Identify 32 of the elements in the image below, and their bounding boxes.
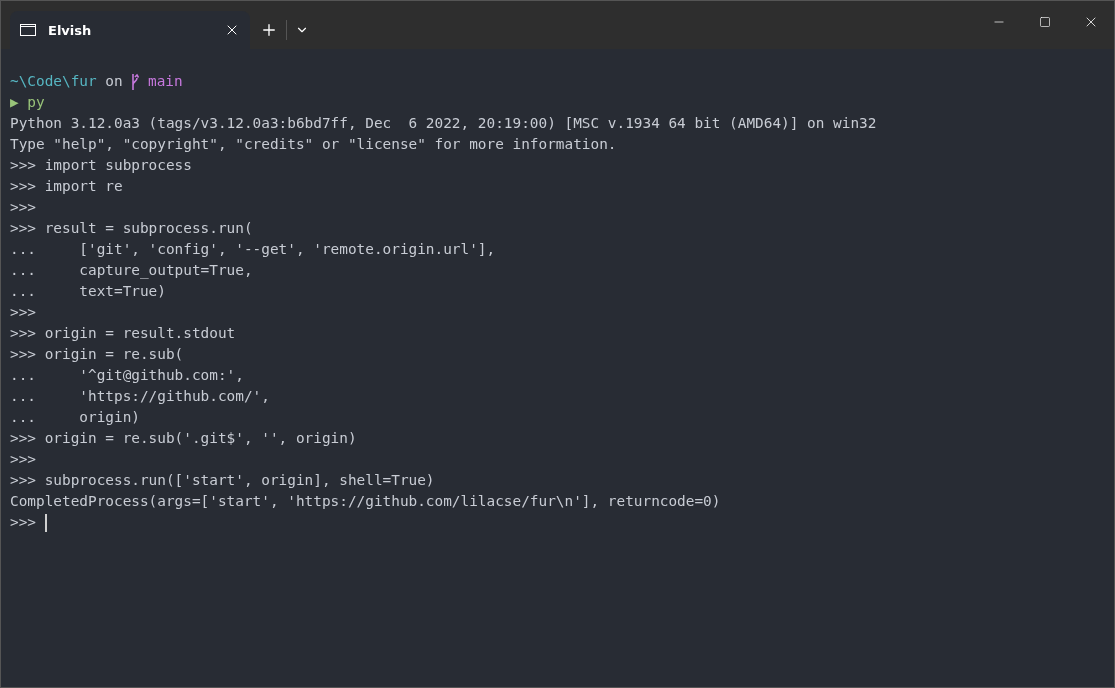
terminal-line: >>> subprocess.run(['start', origin], shell=True)	[10, 471, 435, 490]
terminal-line: >>> origin = result.stdout	[10, 324, 236, 343]
plus-icon	[260, 21, 278, 39]
terminal-line: >>> import subprocess	[10, 156, 192, 175]
terminal-line: ... 'https://github.com/',	[10, 387, 270, 406]
terminal-line: >>>	[10, 303, 36, 322]
terminal-line: >>> import re	[10, 177, 123, 196]
terminal-line: ... ['git', 'config', '--get', 'remote.origin.url'],	[10, 240, 496, 259]
prompt-text: on	[105, 72, 123, 91]
terminal-line: >>> origin = re.sub(	[10, 345, 184, 364]
terminal-line: Type "help", "copyright", "credits" or "license" for more information.	[10, 135, 617, 154]
console-icon	[20, 24, 36, 36]
prompt-path: ~\Code\fur	[10, 72, 97, 91]
terminal-tab[interactable]: Elvish	[10, 11, 250, 49]
new-tab-button[interactable]	[260, 21, 278, 39]
terminal-line: >>>	[10, 198, 36, 217]
tab-title: Elvish	[48, 22, 93, 38]
terminal-line: >>> result = subprocess.run(	[10, 219, 253, 238]
command-text: py	[27, 93, 45, 112]
terminal-line: ... text=True)	[10, 282, 166, 301]
terminal-line: ... origin)	[10, 408, 140, 427]
prompt-marker: ▶	[10, 93, 19, 112]
prompt-branch: main	[148, 72, 183, 91]
maximize-icon	[1039, 16, 1051, 28]
terminal-line: Python 3.12.0a3 (tags/v3.12.0a3:b6bd7ff, Dec 6 2022, 20:19:00) [MSC v.1934 64 bit (AMD64)] on win32	[10, 114, 877, 133]
terminal-line: >>>	[10, 450, 36, 469]
terminal-line: ... '^git@github.com:',	[10, 366, 244, 385]
terminal-line: CompletedProcess(args=['start', 'https://github.com/lilacse/fur\n'], returncode=0)	[10, 492, 721, 511]
python-prompt: >>>	[10, 513, 36, 532]
terminal-line: >>> origin = re.sub('.git$', '', origin)	[10, 429, 357, 448]
git-branch-icon	[131, 72, 140, 91]
terminal-line: ... capture_output=True,	[10, 261, 253, 281]
